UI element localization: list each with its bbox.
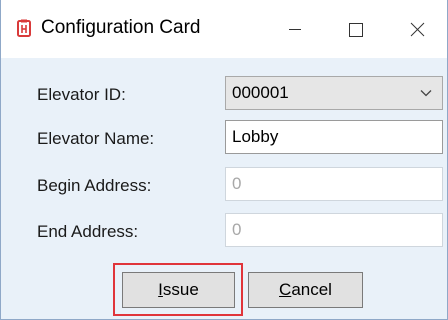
- begin-address-label: Begin Address:: [37, 176, 152, 195]
- maximize-button[interactable]: [327, 0, 383, 58]
- app-logo-icon: [17, 19, 31, 37]
- cancel-button[interactable]: Cancel: [248, 272, 363, 308]
- elevator-id-label: Elevator ID:: [37, 85, 126, 104]
- minimize-icon: [289, 29, 301, 30]
- issue-button[interactable]: Issue: [122, 272, 235, 308]
- begin-address-value: 0: [232, 174, 242, 193]
- minimize-button[interactable]: [267, 0, 323, 58]
- elevator-name-input[interactable]: Lobby: [225, 120, 443, 154]
- maximize-icon: [349, 23, 363, 37]
- elevator-id-select[interactable]: 000001: [225, 76, 443, 110]
- elevator-name-value: Lobby: [232, 127, 279, 146]
- begin-address-input[interactable]: 0: [225, 167, 443, 201]
- end-address-input[interactable]: 0: [225, 213, 443, 247]
- window-title: Configuration Card: [41, 17, 201, 38]
- title-bar[interactable]: Configuration Card: [1, 0, 447, 58]
- configuration-card-window: Configuration Card Elevator ID: 000001 E…: [0, 0, 448, 320]
- elevator-name-label: Elevator Name:: [37, 129, 155, 148]
- end-address-value: 0: [232, 220, 242, 239]
- end-address-label: End Address:: [37, 222, 139, 241]
- elevator-id-value: 000001: [232, 83, 289, 102]
- close-button[interactable]: [389, 0, 445, 58]
- close-icon: [410, 22, 425, 37]
- chevron-down-icon: [420, 90, 432, 97]
